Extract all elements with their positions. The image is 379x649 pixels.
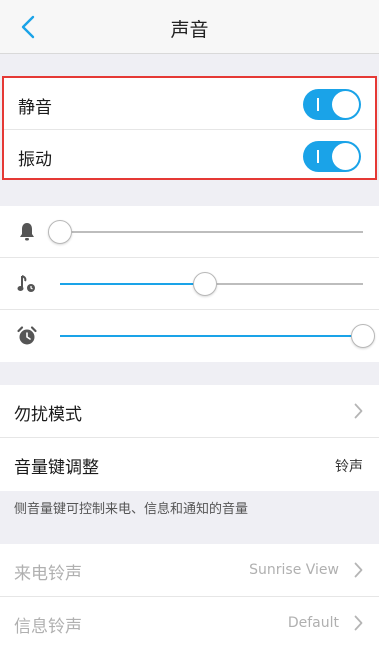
dnd-label: 勿扰模式 — [14, 405, 82, 425]
message-ringtone-label: 信息铃声 — [14, 617, 82, 637]
slider-thumb[interactable] — [48, 220, 72, 244]
message-ringtone-value: Default — [287, 615, 339, 631]
dnd-row[interactable]: 勿扰模式 — [0, 385, 379, 438]
music-note-icon — [17, 275, 35, 292]
toggle-knob — [332, 91, 359, 118]
slider-fill — [60, 335, 363, 337]
volume-key-note: 侧音量键可控制来电、信息和通知的音量 — [14, 502, 249, 517]
toggle-knob — [332, 143, 359, 170]
bell-icon — [20, 223, 34, 241]
mute-toggle[interactable] — [303, 89, 361, 120]
slider-fill — [60, 283, 206, 285]
mute-row: 静音 — [4, 78, 375, 130]
media-volume-slider[interactable] — [60, 272, 363, 296]
slider-thumb[interactable] — [193, 272, 218, 296]
volume-group — [0, 206, 379, 362]
call-ringtone-value: Sunrise View — [249, 562, 339, 578]
vibrate-toggle[interactable] — [303, 141, 361, 172]
call-ringtone-row[interactable]: 来电铃声 Sunrise View — [0, 544, 379, 597]
mute-label: 静音 — [18, 98, 52, 118]
ringer-volume-slider[interactable] — [48, 220, 363, 244]
toggle-group: 静音 振动 — [2, 76, 377, 180]
volume-key-label: 音量键调整 — [14, 458, 99, 478]
volume-key-row[interactable]: 音量键调整 铃声 — [0, 438, 379, 491]
slider-thumb[interactable] — [351, 324, 375, 348]
chevron-right-icon — [354, 562, 363, 578]
media-volume-row — [0, 258, 379, 310]
message-ringtone-row[interactable]: 信息铃声 Default — [0, 597, 379, 649]
toggle-on-indicator — [317, 150, 319, 163]
vibrate-row: 振动 — [4, 130, 375, 182]
chevron-right-icon — [354, 615, 363, 631]
page-title: 声音 — [170, 19, 209, 41]
chevron-right-icon — [354, 403, 363, 419]
volume-key-value: 铃声 — [335, 459, 363, 475]
ringer-volume-row — [0, 206, 379, 258]
alarm-clock-icon — [17, 326, 37, 345]
settings-group: 勿扰模式 音量键调整 铃声 — [0, 385, 379, 491]
call-ringtone-label: 来电铃声 — [14, 564, 82, 584]
toggle-on-indicator — [317, 98, 319, 111]
alarm-volume-row — [0, 310, 379, 362]
nav-bar: 声音 — [0, 0, 379, 54]
ringtone-group: 来电铃声 Sunrise View 信息铃声 Default — [0, 544, 379, 649]
vibrate-label: 振动 — [18, 150, 52, 170]
alarm-volume-slider[interactable] — [60, 324, 375, 348]
